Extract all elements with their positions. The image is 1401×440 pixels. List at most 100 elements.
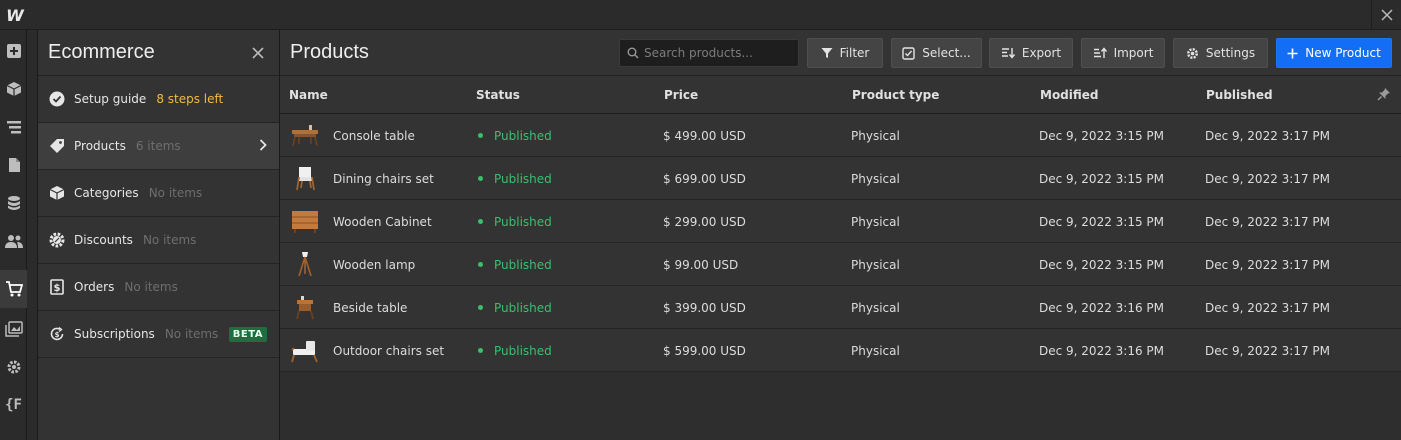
nav-label: Discounts	[74, 233, 133, 247]
new-product-button[interactable]: New Product	[1276, 38, 1392, 68]
table-row[interactable]: Outdoor chairs set Published $ 599.00 US…	[280, 329, 1401, 372]
nav-discounts[interactable]: Discounts No items	[38, 217, 279, 264]
product-type: Physical	[851, 301, 900, 315]
modified-date: Dec 9, 2022 3:16 PM	[1039, 344, 1165, 358]
discount-icon	[49, 232, 65, 248]
product-thumbnail	[291, 341, 318, 363]
table-row[interactable]: Beside table Published $ 399.00 USD Phys…	[280, 286, 1401, 329]
product-name: Dining chairs set	[333, 172, 434, 186]
svg-text:$: $	[55, 331, 60, 339]
nav-setup-guide[interactable]: Setup guide 8 steps left	[38, 76, 279, 123]
nav-count: No items	[142, 233, 197, 247]
components-button[interactable]	[0, 70, 27, 108]
nav-products[interactable]: Products 6 items	[38, 123, 279, 170]
subscription-icon: $	[49, 326, 65, 342]
table-header: Name Status Price Product type Modified …	[280, 76, 1401, 114]
modified-date: Dec 9, 2022 3:15 PM	[1039, 258, 1165, 272]
status-dot	[478, 305, 483, 310]
settings-label: Settings	[1205, 46, 1256, 60]
filter-button[interactable]: Filter	[807, 38, 883, 68]
status-text: Published	[494, 129, 552, 143]
status-text: Published	[494, 215, 552, 229]
nav-count: No items	[148, 186, 203, 200]
table-row[interactable]: Wooden lamp Published $ 99.00 USD Physic…	[280, 243, 1401, 286]
plus-icon	[1287, 48, 1298, 58]
settings-icon	[7, 360, 20, 374]
nav-categories[interactable]: Categories No items	[38, 170, 279, 217]
product-name: Wooden lamp	[333, 258, 416, 272]
top-bar: W	[0, 0, 1401, 30]
nav-count: No items	[124, 280, 178, 294]
panel-gap	[27, 30, 37, 440]
nav-subscriptions[interactable]: $ Subscriptions No items BETA	[38, 311, 279, 358]
product-thumbnail	[296, 167, 315, 191]
import-button[interactable]: Import	[1081, 38, 1165, 68]
nav-label: Products	[74, 139, 126, 153]
modified-date: Dec 9, 2022 3:15 PM	[1039, 129, 1165, 143]
nav-label: Orders	[74, 280, 115, 294]
cms-icon	[7, 196, 20, 210]
published-date: Dec 9, 2022 3:17 PM	[1205, 172, 1331, 186]
column-header-product-type[interactable]: Product type	[852, 88, 939, 102]
table-row[interactable]: Console table Published $ 499.00 USD Phy…	[280, 114, 1401, 157]
product-name: Beside table	[333, 301, 408, 315]
export-icon	[1001, 48, 1015, 59]
settings-button[interactable]: Settings	[1173, 38, 1268, 68]
product-price: $ 599.00 USD	[663, 344, 746, 358]
pages-button[interactable]	[0, 146, 27, 184]
product-thumbnail	[292, 211, 318, 233]
product-price: $ 299.00 USD	[663, 215, 746, 229]
variables-icon: {F	[5, 397, 22, 413]
ecommerce-button[interactable]	[0, 270, 27, 308]
navigator-button[interactable]	[0, 108, 27, 146]
gear-icon	[1186, 47, 1198, 59]
users-button[interactable]	[0, 222, 27, 260]
product-type: Physical	[851, 172, 900, 186]
product-type: Physical	[851, 344, 900, 358]
panel-close-button[interactable]	[249, 44, 267, 62]
product-thumbnail	[298, 252, 312, 277]
export-button[interactable]: Export	[989, 38, 1073, 68]
product-type: Physical	[851, 258, 900, 272]
table-row[interactable]: Wooden Cabinet Published $ 299.00 USD Ph…	[280, 200, 1401, 243]
left-toolbar: {F	[0, 30, 27, 440]
tag-icon	[49, 138, 65, 154]
status-text: Published	[494, 172, 552, 186]
products-header: Products Filter Select... Export Import	[280, 30, 1401, 76]
status-badge: Published	[478, 258, 552, 272]
pin-icon[interactable]	[1377, 87, 1391, 104]
nav-label: Categories	[74, 186, 139, 200]
settings-panel-button[interactable]	[0, 348, 27, 386]
close-app-button[interactable]	[1371, 0, 1401, 30]
status-dot	[478, 219, 483, 224]
column-header-published[interactable]: Published	[1206, 88, 1273, 102]
column-header-name[interactable]: Name	[289, 88, 328, 102]
product-thumbnail	[292, 125, 318, 147]
search-input[interactable]	[644, 46, 794, 60]
beta-badge: BETA	[228, 327, 267, 342]
product-type: Physical	[851, 215, 900, 229]
close-icon	[1380, 9, 1393, 21]
assets-button[interactable]	[0, 310, 27, 348]
select-button[interactable]: Select...	[891, 38, 982, 68]
column-header-price[interactable]: Price	[664, 88, 698, 102]
table-row[interactable]: Dining chairs set Published $ 699.00 USD…	[280, 157, 1401, 200]
column-header-status[interactable]: Status	[476, 88, 520, 102]
product-price: $ 99.00 USD	[663, 258, 739, 272]
variables-button[interactable]: {F	[0, 386, 27, 424]
cube-icon	[49, 185, 65, 201]
column-header-modified[interactable]: Modified	[1040, 88, 1099, 102]
published-date: Dec 9, 2022 3:17 PM	[1205, 258, 1331, 272]
add-panel-button[interactable]	[0, 32, 27, 70]
cms-button[interactable]	[0, 184, 27, 222]
pages-icon	[8, 158, 20, 172]
webflow-logo[interactable]: W	[0, 0, 30, 30]
svg-text:$: $	[54, 283, 61, 294]
nav-orders[interactable]: $ Orders No items	[38, 264, 279, 311]
nav-count: No items	[164, 327, 219, 341]
search-box[interactable]	[619, 39, 799, 67]
product-thumbnail	[296, 296, 314, 320]
navigator-icon	[6, 121, 21, 134]
webflow-app: W {F Ecommerce Setup guide 8 steps left …	[0, 0, 1401, 440]
status-badge: Published	[478, 301, 552, 315]
